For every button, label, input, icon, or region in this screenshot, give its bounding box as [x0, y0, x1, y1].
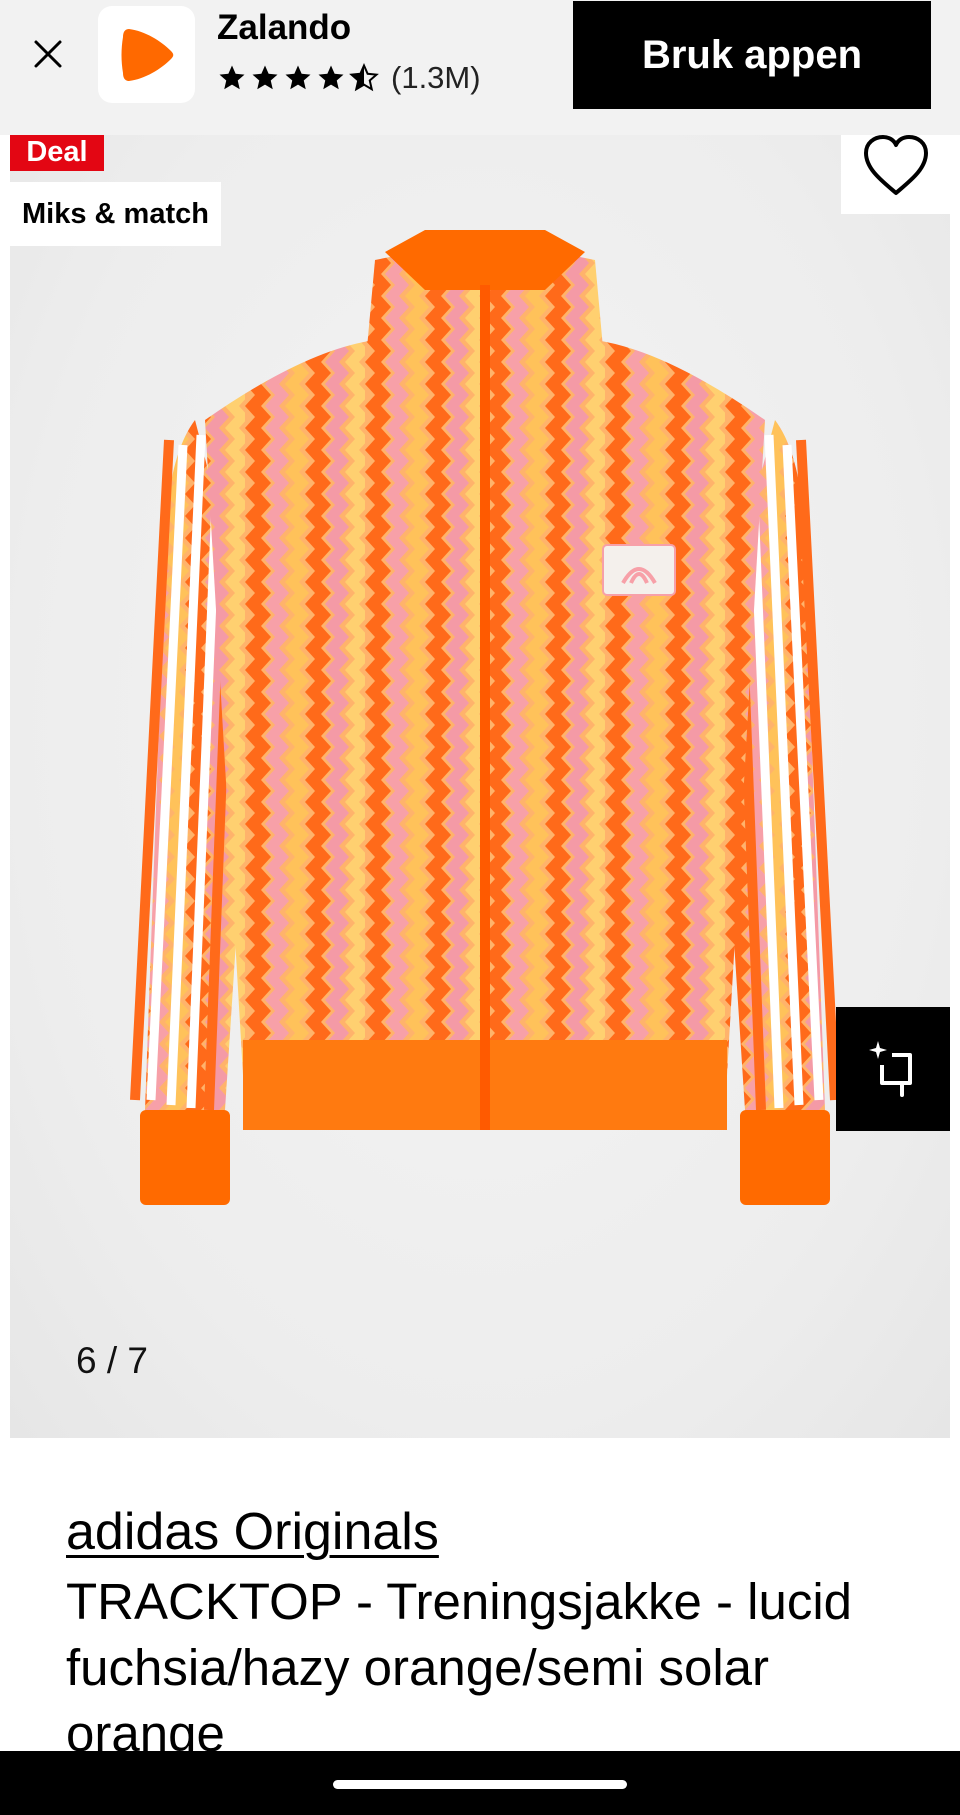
rating-count: (1.3M)	[391, 60, 481, 95]
home-indicator[interactable]	[333, 1780, 627, 1789]
close-icon	[34, 40, 62, 68]
system-home-bar	[0, 1751, 960, 1815]
zalando-logo-icon	[121, 28, 173, 81]
star-icon	[285, 65, 311, 90]
open-app-button[interactable]: Bruk appen	[573, 1, 931, 109]
product-image[interactable]	[125, 230, 845, 1280]
product-image-gallery[interactable]: Deal Miks & match 6 / 7	[10, 135, 950, 1438]
app-rating: (1.3M)	[217, 60, 481, 96]
app-logo	[98, 6, 195, 103]
half-star-icon	[349, 63, 379, 92]
app-name: Zalando	[217, 8, 352, 47]
visual-search-button[interactable]	[836, 1007, 950, 1131]
sparkle-crop-icon	[869, 1041, 912, 1097]
wishlist-button[interactable]	[841, 135, 950, 214]
star-icon	[219, 65, 245, 90]
deal-badge-label: Deal	[26, 136, 88, 168]
deal-badge: Deal	[10, 135, 104, 171]
product-title: TRACKTOP - Treningsjakke - lucid fuchsia…	[66, 1573, 853, 1762]
star-icon	[318, 65, 344, 90]
star-icon	[252, 65, 278, 90]
mix-and-match-label: Miks & match	[22, 197, 209, 230]
image-counter: 6 / 7	[76, 1340, 148, 1381]
app-banner: Zalando (1.3M) Bruk appen	[0, 0, 960, 135]
brand-link[interactable]: adidas Originals	[66, 1502, 439, 1562]
rating-stars	[217, 63, 382, 93]
heart-icon	[863, 135, 928, 195]
close-button[interactable]	[28, 34, 68, 74]
mix-and-match-badge: Miks & match	[10, 182, 221, 246]
